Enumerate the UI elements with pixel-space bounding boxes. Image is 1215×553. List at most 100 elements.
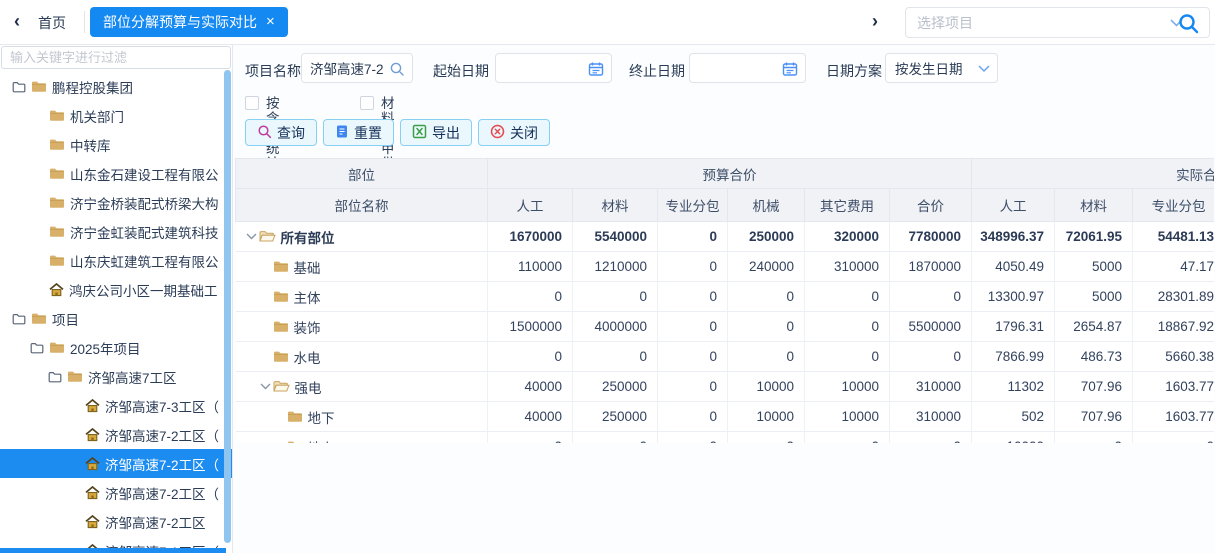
value-cell: 0: [728, 432, 805, 444]
tree-item[interactable]: 机关部门: [0, 101, 232, 130]
col-group-actual-total: 实际合价: [972, 159, 1214, 189]
value-cell: 5500000: [890, 312, 972, 342]
tree-item[interactable]: 济邹高速7-2工区（: [0, 449, 232, 478]
part-name-label: 强电: [295, 377, 322, 397]
export-button-label: 导出: [432, 123, 460, 143]
tree-item-label: 济邹高速7-2工区（: [105, 425, 219, 445]
start-date-label: 起始日期: [433, 61, 489, 81]
value-cell: 7780000: [890, 222, 972, 252]
value-cell: 0: [658, 402, 728, 432]
tree-item[interactable]: 济邹高速7工区: [0, 362, 232, 391]
chevron-down-icon[interactable]: [978, 65, 990, 73]
tree-item[interactable]: 山东庆虹建筑工程有限公: [0, 246, 232, 275]
tree-item[interactable]: 鸿庆公司小区一期基础工: [0, 275, 232, 304]
tree-item-label: 项目: [52, 309, 79, 329]
value-cell: 0: [728, 312, 805, 342]
close-button[interactable]: 关闭: [478, 119, 550, 146]
value-cell: 1796.31: [972, 312, 1055, 342]
tree-item[interactable]: 济邹高速7-2工区: [0, 507, 232, 536]
table-row[interactable]: 装饰1500000400000000055000001796.312654.87…: [236, 312, 1215, 342]
search-icon[interactable]: [1177, 12, 1200, 35]
project-name-input[interactable]: [301, 53, 413, 83]
calendar-icon[interactable]: [782, 61, 798, 77]
column-header: 人工: [488, 189, 573, 222]
export-button[interactable]: 导出: [400, 119, 472, 146]
close-circle-icon: [490, 124, 505, 142]
sub-header-row: 部位名称人工材料专业分包机械其它费用合价人工材料专业分包: [236, 189, 1215, 222]
group-header-row: 部位 预算合价 实际合价: [236, 159, 1215, 189]
value-cell: 250000: [573, 372, 658, 402]
tree-item-label: 济宁金桥装配式桥梁大构: [70, 193, 219, 213]
table-row[interactable]: 所有部位167000055400000250000320000778000034…: [236, 222, 1215, 252]
part-name-cell: 水电: [236, 342, 488, 372]
search-icon[interactable]: [389, 61, 405, 77]
part-name-cell: 地上: [236, 432, 488, 444]
expander-folder-icon[interactable]: [12, 313, 26, 325]
value-cell: 240000: [728, 252, 805, 282]
value-cell: 0: [573, 282, 658, 312]
query-button[interactable]: 查询: [245, 119, 317, 146]
column-header: 材料: [1055, 189, 1133, 222]
close-tab-icon[interactable]: ×: [266, 15, 275, 29]
tree-item[interactable]: 中转库: [0, 130, 232, 159]
excel-export-icon: [412, 124, 427, 142]
tree-item[interactable]: 山东金石建设工程有限公: [0, 159, 232, 188]
table-row[interactable]: 水电0000007866.99486.735660.38: [236, 342, 1215, 372]
folder-icon: [49, 254, 65, 267]
project-select[interactable]: 选择项目: [905, 7, 1210, 38]
back-chevron-icon[interactable]: ‹: [14, 11, 20, 31]
part-name-cell: 主体: [236, 282, 488, 312]
value-cell: 0: [658, 252, 728, 282]
tree-item-partial[interactable]: [0, 548, 226, 553]
value-cell: 1500000: [488, 312, 573, 342]
value-cell: 0: [805, 282, 890, 312]
tab-active-budget-compare[interactable]: 部位分解预算与实际对比 ×: [90, 7, 288, 37]
value-cell: 13300.97: [972, 282, 1055, 312]
tree-item[interactable]: 济邹高速7-2工区（: [0, 420, 232, 449]
tree-item[interactable]: 鹏程控股集团: [0, 72, 232, 101]
reset-button[interactable]: 重置: [323, 119, 394, 146]
start-date-input[interactable]: [495, 53, 612, 83]
collapse-caret-icon[interactable]: [258, 383, 273, 390]
tree-item[interactable]: 济宁金桥装配式桥梁大构: [0, 188, 232, 217]
main-panel: 项目名称 起始日期 终止日期 日期方案 按发生日期: [233, 45, 1215, 553]
tree-item[interactable]: 2025年项目: [0, 333, 232, 362]
table-row[interactable]: 基础1100001210000024000031000018700004050.…: [236, 252, 1215, 282]
value-cell: 1870000: [890, 252, 972, 282]
query-button-label: 查询: [277, 123, 305, 143]
tree-item-label: 济邹高速7-3工区（: [105, 396, 219, 416]
tree-item[interactable]: 济邹高速7-3工区（: [0, 391, 232, 420]
value-cell: 0: [658, 282, 728, 312]
expander-folder-icon[interactable]: [12, 81, 26, 93]
table-row[interactable]: 主体00000013300.97500028301.89: [236, 282, 1215, 312]
material-supplied-checkbox[interactable]: [360, 96, 374, 110]
tab-home[interactable]: 首页: [38, 13, 66, 33]
top-tab-bar: ‹ 首页 部位分解预算与实际对比 × › 选择项目: [0, 0, 1215, 45]
value-cell: 2654.87: [1055, 312, 1133, 342]
table-row[interactable]: 地上0000001000000: [236, 432, 1215, 444]
collapse-caret-icon[interactable]: [244, 233, 259, 240]
tree-item[interactable]: 项目: [0, 304, 232, 333]
tree-filter-input[interactable]: [1, 46, 231, 69]
expander-folder-icon[interactable]: [30, 342, 44, 354]
value-cell: 0: [805, 342, 890, 372]
folder-icon: [273, 320, 289, 333]
table-row[interactable]: 地下4000025000001000010000310000502707.961…: [236, 402, 1215, 432]
folder-icon: [273, 350, 289, 363]
calendar-icon[interactable]: [588, 61, 604, 77]
value-cell: 502: [972, 402, 1055, 432]
tax-included-checkbox[interactable]: [245, 96, 259, 110]
folder-icon: [273, 260, 289, 273]
date-plan-select[interactable]: 按发生日期: [885, 53, 998, 83]
forward-chevron-icon[interactable]: ›: [872, 11, 878, 31]
end-date-input[interactable]: [689, 53, 806, 83]
col-group-budget-total: 预算合价: [488, 159, 972, 189]
tree-item[interactable]: 济邹高速7-2工区（: [0, 478, 232, 507]
part-name-label: 所有部位: [281, 227, 335, 247]
tree-item[interactable]: 济宁金虹装配式建筑科技: [0, 217, 232, 246]
value-cell: 0: [805, 312, 890, 342]
document-icon: [335, 124, 349, 142]
table-row[interactable]: 强电400002500000100001000031000011302707.9…: [236, 372, 1215, 402]
sidebar-scrollbar[interactable]: [224, 70, 231, 543]
expander-folder-icon[interactable]: [48, 371, 62, 383]
